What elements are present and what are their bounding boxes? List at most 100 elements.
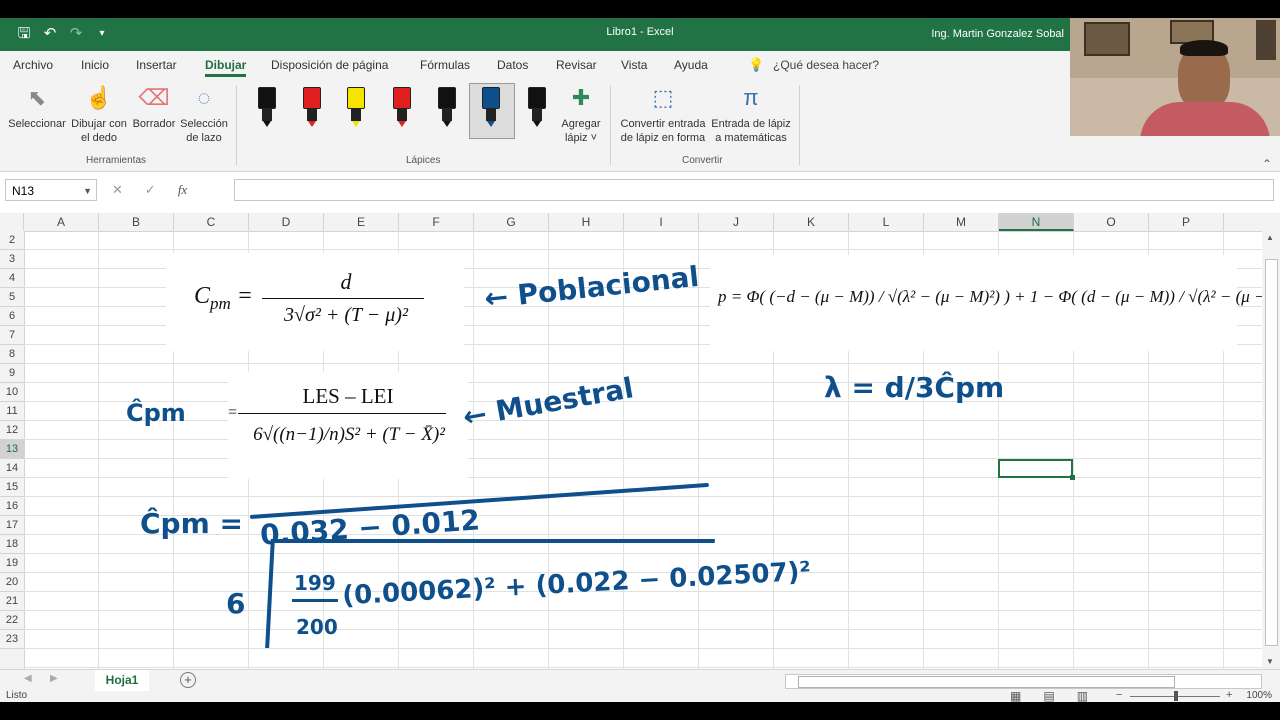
row-header-9[interactable]: 9 bbox=[0, 364, 24, 383]
add-sheet-icon[interactable]: + bbox=[180, 672, 196, 688]
column-header-n[interactable]: N bbox=[999, 213, 1074, 231]
tab-disposicion[interactable]: Disposición de página bbox=[271, 58, 388, 72]
page-layout-icon[interactable]: ▤ bbox=[1043, 689, 1054, 702]
eraser-button[interactable]: ⌫ Borrador bbox=[130, 83, 178, 131]
row-header-7[interactable]: 7 bbox=[0, 326, 24, 345]
page-break-icon[interactable]: ▥ bbox=[1077, 689, 1088, 702]
row-header-6[interactable]: 6 bbox=[0, 307, 24, 326]
row-header-12[interactable]: 12 bbox=[0, 421, 24, 440]
tab-formulas[interactable]: Fórmulas bbox=[420, 58, 470, 72]
draw-finger-button[interactable]: ☝ Dibujar con el dedo bbox=[68, 83, 130, 145]
row-header-17[interactable]: 17 bbox=[0, 516, 24, 535]
pen-1-icon[interactable] bbox=[258, 87, 276, 129]
zoom-level[interactable]: 100% bbox=[1246, 690, 1272, 701]
group-lapices: Lápices bbox=[406, 155, 441, 166]
name-box[interactable]: N13 ▼ bbox=[5, 179, 97, 201]
column-header-g[interactable]: G bbox=[474, 213, 549, 231]
tab-archivo[interactable]: Archivo bbox=[13, 58, 53, 72]
user-name[interactable]: Ing. Martin Gonzalez Sobal bbox=[931, 28, 1064, 40]
column-header-b[interactable]: B bbox=[99, 213, 174, 231]
pen-2-icon[interactable] bbox=[303, 87, 321, 129]
row-header-22[interactable]: 22 bbox=[0, 611, 24, 630]
lasso-button[interactable]: ◌ Selección de lazo bbox=[178, 83, 230, 145]
pen-3-icon[interactable] bbox=[347, 87, 365, 129]
fill-handle[interactable] bbox=[1070, 475, 1075, 480]
tell-me-search[interactable]: ¿Qué desea hacer? bbox=[773, 58, 879, 72]
pen-7-icon[interactable] bbox=[528, 87, 546, 129]
cancel-icon[interactable]: ✕ bbox=[112, 182, 123, 198]
column-header-e[interactable]: E bbox=[324, 213, 399, 231]
sheet-tab-hoja1[interactable]: Hoja1 bbox=[95, 670, 149, 693]
column-header-h[interactable]: H bbox=[549, 213, 624, 231]
row-header-4[interactable]: 4 bbox=[0, 269, 24, 288]
tab-inicio[interactable]: Inicio bbox=[81, 58, 109, 72]
ink-to-shape-button[interactable]: ⬚ Convertir entrada de lápiz en forma bbox=[617, 83, 709, 145]
row-header-20[interactable]: 20 bbox=[0, 573, 24, 592]
row-header-18[interactable]: 18 bbox=[0, 535, 24, 554]
row-headers: 2 3 4 5 6 7 8 9 10 11 12 13 14 15 16 17 18 19 20 21 22 23 bbox=[0, 231, 25, 669]
cpm-sample-formula: = LES – LEI 6√((n−1)/n)S² + (T − X̄)² bbox=[228, 372, 468, 479]
scroll-down-icon[interactable]: ▼ bbox=[1266, 657, 1274, 666]
horizontal-scrollbar[interactable] bbox=[785, 674, 1262, 689]
row-header-23[interactable]: 23 bbox=[0, 630, 24, 649]
row-header-5[interactable]: 5 bbox=[0, 288, 24, 307]
vertical-scroll-thumb[interactable] bbox=[1265, 259, 1278, 646]
row-header-10[interactable]: 10 bbox=[0, 383, 24, 402]
row-header-11[interactable]: 11 bbox=[0, 402, 24, 421]
excel-window: 🖫 ↶ ↷ ▾ Libro1 - Excel Ing. Martin Gonza… bbox=[0, 18, 1280, 702]
tab-insertar[interactable]: Insertar bbox=[136, 58, 177, 72]
worksheet-grid[interactable]: Cpm = d 3√σ² + (T − μ)² = LES – LEI 6√((… bbox=[24, 231, 1262, 669]
column-header-o[interactable]: O bbox=[1074, 213, 1149, 231]
row-header-14[interactable]: 14 bbox=[0, 459, 24, 478]
row-header-2[interactable]: 2 bbox=[0, 231, 24, 250]
scroll-up-icon[interactable]: ▲ bbox=[1266, 233, 1276, 242]
formula-input[interactable] bbox=[234, 179, 1274, 201]
collapse-ribbon-icon[interactable]: ⌃ bbox=[1262, 157, 1272, 171]
column-header-p[interactable]: P bbox=[1149, 213, 1224, 231]
row-header-3[interactable]: 3 bbox=[0, 250, 24, 269]
vertical-scrollbar[interactable]: ▲ ▼ bbox=[1262, 213, 1280, 669]
zoom-out-icon[interactable]: − bbox=[1116, 689, 1122, 701]
select-all-corner[interactable] bbox=[0, 213, 24, 231]
column-header-c[interactable]: C bbox=[174, 213, 249, 231]
add-pen-button[interactable]: ✚ Agregar lápiz ˅ bbox=[556, 83, 606, 145]
ink-to-math-button[interactable]: π Entrada de lápiz a matemáticas bbox=[709, 83, 793, 145]
horizontal-scroll-thumb[interactable] bbox=[798, 676, 1175, 688]
prev-sheet-icon[interactable]: ◀ bbox=[24, 673, 32, 684]
next-sheet-icon[interactable]: ▶ bbox=[50, 673, 58, 684]
column-header-j[interactable]: J bbox=[699, 213, 774, 231]
row-header-15[interactable]: 15 bbox=[0, 478, 24, 497]
formula-buttons: ✕ ✓ fx bbox=[112, 182, 187, 198]
tab-dibujar[interactable]: Dibujar bbox=[205, 58, 247, 77]
row-header-8[interactable]: 8 bbox=[0, 345, 24, 364]
selected-cell[interactable] bbox=[998, 459, 1073, 478]
row-header-21[interactable]: 21 bbox=[0, 592, 24, 611]
eraser-icon: ⌫ bbox=[138, 85, 170, 110]
tab-vista[interactable]: Vista bbox=[621, 58, 647, 72]
column-header-k[interactable]: K bbox=[774, 213, 849, 231]
tab-datos[interactable]: Datos bbox=[497, 58, 528, 72]
zoom-slider-knob[interactable] bbox=[1174, 691, 1178, 701]
tab-ayuda[interactable]: Ayuda bbox=[674, 58, 708, 72]
select-button[interactable]: ⬉ Seleccionar bbox=[6, 83, 68, 131]
ribbon-separator bbox=[236, 85, 237, 165]
column-header-i[interactable]: I bbox=[624, 213, 699, 231]
fx-icon[interactable]: fx bbox=[178, 182, 187, 198]
row-header-13[interactable]: 13 bbox=[0, 440, 24, 459]
column-header-a[interactable]: A bbox=[24, 213, 99, 231]
pen-4-icon[interactable] bbox=[393, 87, 411, 129]
tab-revisar[interactable]: Revisar bbox=[556, 58, 597, 72]
column-header-f[interactable]: F bbox=[399, 213, 474, 231]
column-header-m[interactable]: M bbox=[924, 213, 999, 231]
normal-view-icon[interactable]: ▦ bbox=[1010, 689, 1021, 702]
check-icon[interactable]: ✓ bbox=[145, 182, 156, 198]
row-header-19[interactable]: 19 bbox=[0, 554, 24, 573]
ink-frac-den: 200 bbox=[296, 615, 338, 639]
column-header-l[interactable]: L bbox=[849, 213, 924, 231]
pen-6-icon[interactable] bbox=[482, 87, 500, 129]
column-header-d[interactable]: D bbox=[249, 213, 324, 231]
plus-icon: ✚ bbox=[571, 85, 591, 110]
pen-5-icon[interactable] bbox=[438, 87, 456, 129]
zoom-in-icon[interactable]: + bbox=[1226, 689, 1232, 701]
row-header-16[interactable]: 16 bbox=[0, 497, 24, 516]
